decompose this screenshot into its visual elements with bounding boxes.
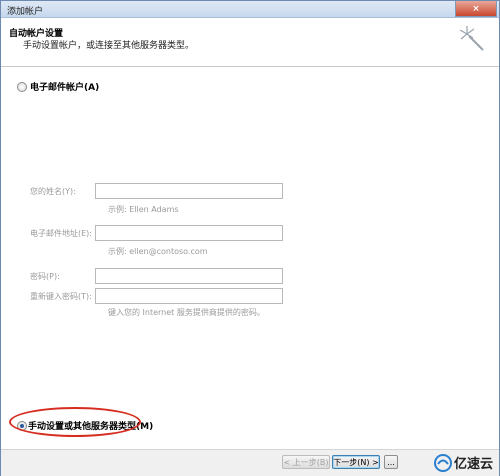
name-input[interactable] [95, 183, 283, 199]
wizard-header: 自动帐户设置 手动设置帐户，或连接至其他服务器类型。 [1, 18, 499, 67]
title-bar: 添加帐户 × [1, 1, 499, 18]
retype-password-label: 重新键入密码(T): [30, 292, 92, 301]
manual-setup-radio[interactable] [17, 421, 27, 431]
window-title: 添加帐户 [7, 7, 44, 17]
email-hint: 示例: ellen@contoso.com [108, 247, 208, 256]
name-hint: 示例: Ellen Adams [108, 205, 179, 214]
watermark: 亿速云 [433, 453, 493, 472]
back-button[interactable]: < 上一步(B) [282, 455, 330, 469]
wizard-body: 电子邮件帐户(A) 您的姓名(Y): 示例: Ellen Adams 电子邮件地… [1, 67, 499, 449]
watermark-text: 亿速云 [453, 457, 493, 472]
password-label: 密码(P): [30, 272, 60, 281]
email-input[interactable] [95, 225, 283, 241]
manual-setup-label[interactable]: 手动设置或其他服务器类型(M) [28, 419, 153, 432]
header-subtitle: 手动设置帐户，或连接至其他服务器类型。 [23, 41, 195, 51]
password-input[interactable] [95, 268, 283, 284]
sparkle-wand-icon [459, 26, 484, 51]
name-label: 您的姓名(Y): [30, 187, 76, 196]
wizard-footer: < 上一步(B) 下一步(N) > ... [1, 449, 499, 476]
password-hint: 键入您的 Internet 服务提供商提供的密码。 [108, 308, 265, 317]
email-account-radio[interactable] [17, 82, 27, 92]
close-button[interactable]: × [455, 1, 497, 17]
email-label: 电子邮件地址(E): [30, 229, 92, 238]
next-button[interactable]: 下一步(N) > [332, 455, 380, 469]
cancel-button[interactable]: ... [384, 455, 398, 469]
email-account-label[interactable]: 电子邮件帐户(A) [30, 80, 99, 93]
cloud-logo-icon [433, 453, 452, 472]
window-controls: × [454, 1, 497, 17]
add-account-dialog: 添加帐户 × 自动帐户设置 手动设置帐户，或连接至其他服务器类型。 电子邮件帐户… [0, 0, 500, 476]
close-icon: × [472, 3, 480, 14]
retype-password-input[interactable] [95, 288, 283, 304]
